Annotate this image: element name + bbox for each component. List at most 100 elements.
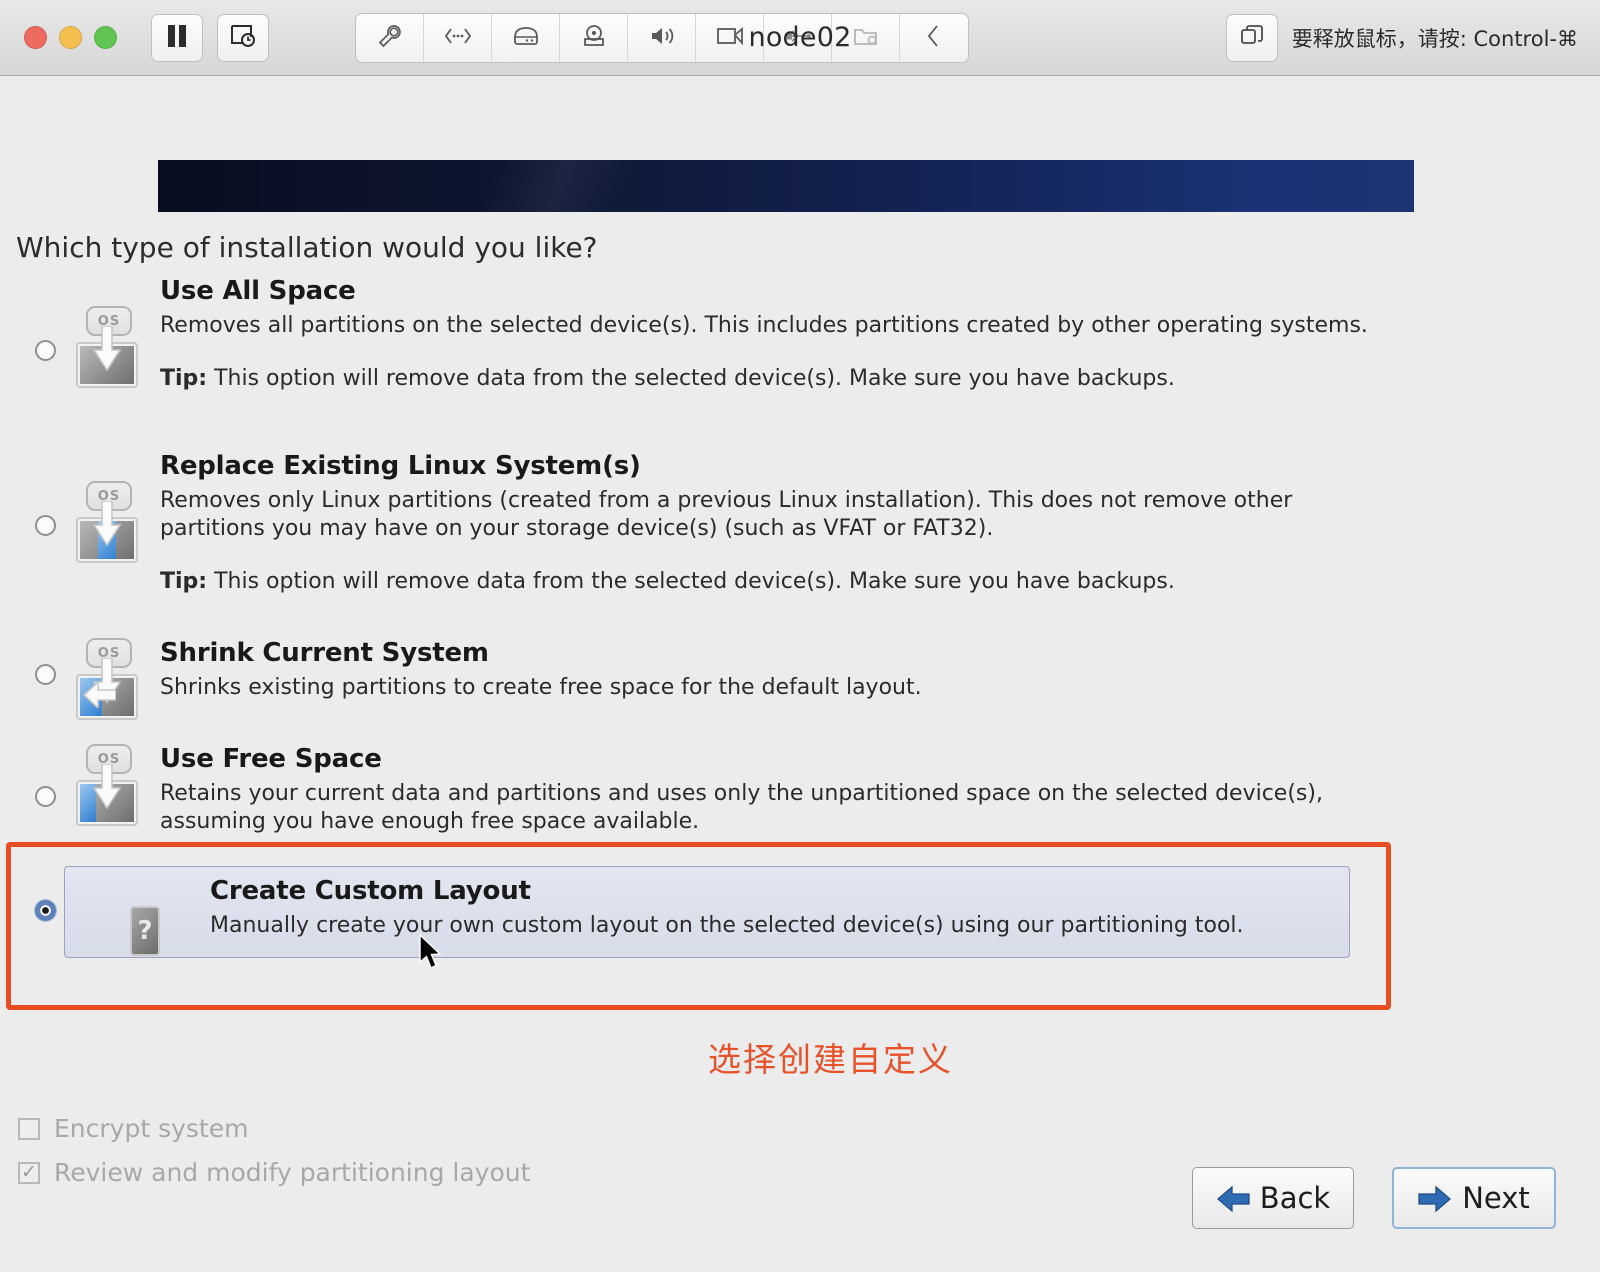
- icon-cell: OS: [74, 744, 160, 826]
- option-description: Shrinks existing partitions to create fr…: [160, 675, 922, 700]
- icon-cell: ?: [74, 876, 160, 956]
- radio-replace-existing-linux[interactable]: [34, 515, 56, 536]
- text-cell: Use All Space Removes all partitions on …: [160, 276, 1396, 391]
- text-cell: Replace Existing Linux System(s) Removes…: [160, 451, 1396, 594]
- icon-cell: OS: [74, 451, 160, 563]
- device-toolbar: [355, 12, 969, 63]
- close-button[interactable]: [24, 26, 47, 49]
- option-description: Retains your current data and partitions…: [160, 781, 1323, 835]
- title-bar-right: 要释放鼠标，请按: Control-⌘: [1225, 0, 1578, 75]
- tip-text: This option will remove data from the se…: [214, 569, 1175, 595]
- option-use-free-space[interactable]: OS Use Free Space Retains your current d…: [16, 744, 1396, 836]
- icon-cell: OS: [74, 638, 160, 720]
- option-tip: Tip: This option will remove data from t…: [160, 569, 1396, 594]
- next-button-label: Next: [1462, 1181, 1530, 1215]
- minimize-button[interactable]: [59, 26, 82, 49]
- pause-button[interactable]: [151, 13, 203, 62]
- radio-shrink-current-system[interactable]: [34, 664, 56, 685]
- text-cell: Use Free Space Retains your current data…: [160, 744, 1396, 836]
- arrow-left-icon: [1216, 1185, 1250, 1213]
- checkbox-label-encrypt-system: Encrypt system: [54, 1114, 249, 1143]
- checkbox-label-review-modify-partitioning: Review and modify partitioning layout: [54, 1158, 531, 1187]
- radio-cell: [16, 451, 74, 536]
- sound-button[interactable]: [628, 13, 696, 62]
- radio-use-all-space[interactable]: [34, 340, 56, 361]
- fullscreen-icon: [1240, 24, 1264, 52]
- fullscreen-button[interactable]: [1225, 13, 1278, 62]
- icon-cell: OS: [74, 276, 160, 388]
- tip-label: Tip:: [160, 366, 208, 392]
- option-replace-existing-linux[interactable]: OS Replace Existing Linux System(s) Remo…: [16, 451, 1396, 594]
- screenshot-timer-button[interactable]: [217, 13, 269, 62]
- tip-label: Tip:: [160, 569, 208, 595]
- hard-disk-button[interactable]: [492, 13, 560, 62]
- radio-cell: [16, 744, 74, 807]
- option-title: Use All Space: [160, 276, 356, 306]
- pause-icon: [166, 24, 188, 52]
- shared-folders-button[interactable]: [832, 13, 900, 62]
- screenshot-timer-icon: [230, 24, 256, 52]
- option-create-custom-layout[interactable]: ? Create Custom Layout Manually create y…: [16, 876, 1356, 956]
- text-cell: Create Custom Layout Manually create you…: [160, 876, 1356, 940]
- collapse-toolbar-button[interactable]: [900, 14, 968, 62]
- settings-wrench-button[interactable]: [356, 13, 424, 62]
- checkbox-encrypt-system[interactable]: [18, 1117, 40, 1140]
- option-tip: Tip: This option will remove data from t…: [160, 366, 1396, 391]
- release-mouse-hint: 要释放鼠标，请按: Control-⌘: [1291, 26, 1578, 51]
- hard-disk-icon: [512, 25, 540, 51]
- disk-full-icon: OS: [74, 306, 140, 388]
- option-description: Removes only Linux partitions (created f…: [160, 488, 1293, 542]
- shared-folders-icon: [853, 25, 879, 51]
- tip-text: This option will remove data from the se…: [214, 366, 1175, 392]
- camera-icon: [716, 26, 744, 50]
- radio-cell: [16, 638, 74, 685]
- radio-use-free-space[interactable]: [34, 786, 56, 807]
- network-icon: [444, 27, 472, 49]
- network-button[interactable]: [424, 13, 492, 62]
- radio-create-custom-layout[interactable]: [34, 900, 56, 921]
- option-title: Create Custom Layout: [210, 876, 531, 906]
- disk-free-space-icon: OS: [74, 744, 140, 826]
- option-description: Manually create your own custom layout o…: [210, 913, 1244, 938]
- banner-sheen: [477, 160, 639, 212]
- option-title: Shrink Current System: [160, 638, 489, 668]
- radio-cell: [16, 876, 74, 921]
- toolbar-left-group: [151, 13, 269, 62]
- disk-replace-linux-icon: OS: [74, 481, 140, 563]
- camera-button[interactable]: [696, 13, 764, 62]
- window-title-bar: node02 要释放鼠标，请按: Control-⌘: [0, 0, 1600, 76]
- option-shrink-current-system[interactable]: OS Shrink Current System Shrinks existin…: [16, 638, 1396, 720]
- back-button-label: Back: [1259, 1181, 1331, 1215]
- page-title: Which type of installation would you lik…: [16, 231, 598, 264]
- option-title: Replace Existing Linux System(s): [160, 451, 641, 481]
- arrow-right-icon: [1418, 1185, 1452, 1213]
- next-button[interactable]: Next: [1392, 1167, 1556, 1229]
- usb-button[interactable]: [764, 13, 832, 62]
- cd-drive-icon: [581, 24, 607, 52]
- installer-banner: [158, 160, 1414, 212]
- mouse-cursor: [419, 933, 445, 976]
- disk-question-icon: ?: [130, 906, 160, 956]
- option-use-all-space[interactable]: OS Use All Space Removes all partitions …: [16, 276, 1396, 391]
- collapse-chevron-icon: [926, 24, 942, 52]
- usb-icon: [784, 26, 812, 50]
- checkbox-row-encrypt-system[interactable]: Encrypt system: [18, 1114, 248, 1143]
- traffic-light-group: [24, 26, 117, 49]
- sound-icon: [649, 25, 675, 51]
- arrow-down-icon: [91, 500, 123, 551]
- checkbox-mark: ✓: [21, 1161, 37, 1183]
- option-description: Removes all partitions on the selected d…: [160, 313, 1368, 338]
- arrow-left-icon: [82, 680, 117, 712]
- wrench-icon: [377, 23, 403, 53]
- zoom-button[interactable]: [94, 26, 117, 49]
- chinese-annotation-text: 选择创建自定义: [708, 1040, 953, 1079]
- cd-drive-button[interactable]: [560, 13, 628, 62]
- radio-cell: [16, 276, 74, 361]
- back-button[interactable]: Back: [1192, 1167, 1354, 1229]
- checkbox-review-modify-partitioning[interactable]: ✓: [18, 1161, 40, 1184]
- text-cell: Shrink Current System Shrinks existing p…: [160, 638, 1396, 702]
- option-title: Use Free Space: [160, 744, 382, 774]
- checkbox-row-review-modify-partitioning[interactable]: ✓ Review and modify partitioning layout: [18, 1158, 530, 1187]
- disk-shrink-icon: OS: [74, 638, 140, 720]
- anaconda-installer-screen: Which type of installation would you lik…: [0, 76, 1600, 1272]
